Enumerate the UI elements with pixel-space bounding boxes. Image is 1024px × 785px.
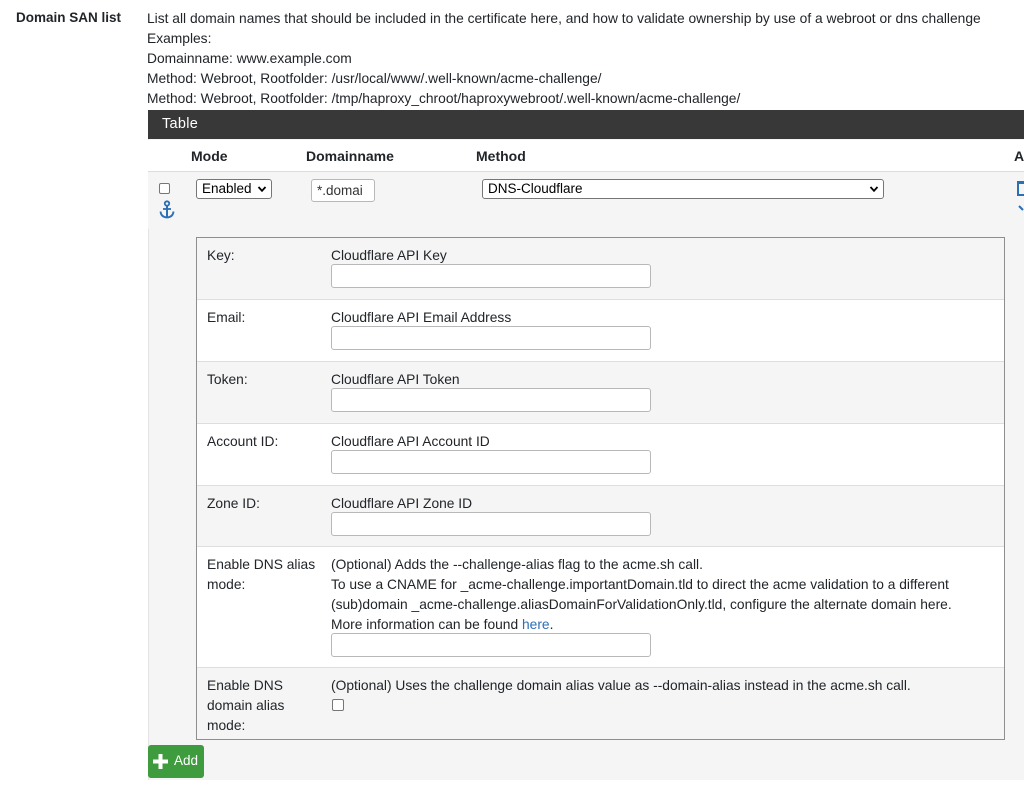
anchor-icon[interactable] [158, 200, 176, 220]
token-label: Token: [207, 372, 248, 387]
domain-alias-label-line: domain alias [207, 698, 285, 713]
trash-icon[interactable] [1017, 180, 1024, 214]
dns-alias-desc-line: More information can be found here. [331, 615, 991, 635]
account-id-input[interactable] [331, 450, 651, 474]
help-line: List all domain names that should be inc… [147, 11, 981, 26]
dns-alias-label: Enable DNS alias mode: [207, 555, 319, 595]
key-description: Cloudflare API Key [331, 248, 447, 263]
help-line: Method: Webroot, Rootfolder: /tmp/haprox… [147, 91, 741, 106]
method-select-value: DNS-Cloudflare [488, 181, 583, 196]
dns-alias-desc-line: (Optional) Adds the --challenge-alias fl… [331, 557, 703, 572]
table-title: Table [148, 110, 1024, 139]
dns-alias-description: (Optional) Adds the --challenge-alias fl… [331, 555, 991, 635]
email-label: Email: [207, 310, 246, 325]
zone-id-input[interactable] [331, 512, 651, 536]
dns-alias-label-line: Enable DNS alias [207, 557, 316, 572]
token-description: Cloudflare API Token [331, 372, 460, 387]
email-row: Email: Cloudflare API Email Address [197, 300, 1004, 362]
account-id-description: Cloudflare API Account ID [331, 434, 490, 449]
token-row: Token: Cloudflare API Token [197, 362, 1004, 424]
column-actions: A [1014, 148, 1024, 164]
dns-alias-desc-line: To use a CNAME for _acme-challenge.impor… [331, 577, 949, 592]
account-id-label: Account ID: [207, 434, 279, 449]
token-input[interactable] [331, 388, 651, 412]
key-row: Key: Cloudflare API Key [197, 238, 1004, 300]
column-domainname: Domainname [306, 148, 394, 164]
column-mode: Mode [191, 148, 228, 164]
column-headers: Mode Domainname Method A [148, 140, 1024, 172]
table-row: Enabled *.domai DNS-Cloudflare [148, 172, 1024, 229]
field-label: Domain SAN list [16, 10, 122, 25]
help-line: Examples: [147, 31, 212, 46]
more-info-link[interactable]: here [522, 617, 550, 632]
mode-select[interactable]: Enabled [196, 179, 272, 199]
domain-alias-label: Enable DNS domain alias mode: [207, 676, 319, 736]
domain-alias-row: Enable DNS domain alias mode: (Optional)… [197, 668, 1004, 739]
add-button[interactable]: Add [148, 745, 204, 778]
account-id-row: Account ID: Cloudflare API Account ID [197, 424, 1004, 486]
mode-select-value: Enabled [202, 181, 252, 196]
page: Domain SAN list List all domain names th… [0, 0, 1024, 785]
email-description: Cloudflare API Email Address [331, 310, 512, 325]
email-input[interactable] [331, 326, 651, 350]
domainname-input[interactable]: *.domai [311, 179, 375, 202]
zone-id-description: Cloudflare API Zone ID [331, 496, 473, 511]
plus-icon [153, 754, 168, 769]
dns-alias-input[interactable] [331, 633, 651, 657]
zone-id-row: Zone ID: Cloudflare API Zone ID [197, 486, 1004, 547]
row-select-checkbox[interactable] [159, 183, 170, 194]
domain-alias-desc-line: (Optional) Uses the challenge domain ali… [331, 678, 911, 693]
dns-alias-label-line: mode: [207, 577, 246, 592]
key-input[interactable] [331, 264, 651, 288]
key-label: Key: [207, 248, 235, 263]
dns-alias-desc-line: (sub)domain _acme-challenge.aliasDomainF… [331, 597, 952, 612]
more-info-suffix: . [549, 617, 554, 632]
help-line: Method: Webroot, Rootfolder: /usr/local/… [147, 71, 602, 86]
more-info-text: More information can be found [331, 617, 522, 632]
domain-alias-label-line: Enable DNS [207, 678, 283, 693]
dns-alias-row: Enable DNS alias mode: (Optional) Adds t… [197, 547, 1004, 668]
chevron-down-icon [869, 186, 879, 193]
method-select[interactable]: DNS-Cloudflare [482, 179, 884, 199]
zone-id-label: Zone ID: [207, 496, 260, 511]
help-line: Domainname: www.example.com [147, 51, 352, 66]
domain-alias-label-line: mode: [207, 718, 246, 733]
domain-alias-checkbox[interactable] [332, 699, 344, 711]
help-text: List all domain names that should be inc… [147, 9, 1017, 109]
method-settings-panel: Key: Cloudflare API Key Email: Cloudflar… [196, 237, 1005, 740]
domain-alias-description: (Optional) Uses the challenge domain ali… [331, 676, 991, 696]
chevron-down-icon [257, 186, 267, 193]
add-button-label: Add [174, 753, 199, 768]
column-method: Method [476, 148, 526, 164]
